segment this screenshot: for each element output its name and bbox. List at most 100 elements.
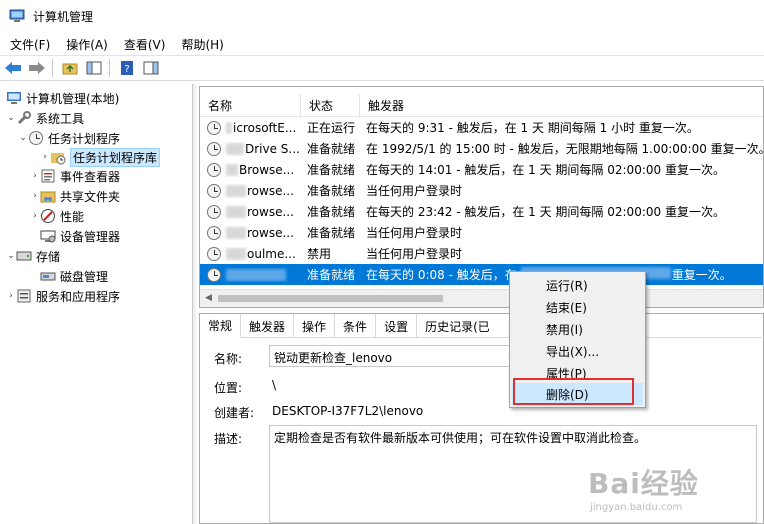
performance-icon — [40, 208, 56, 224]
scrollbar-thumb[interactable] — [218, 295, 443, 302]
menu-action[interactable]: 操作(A) — [60, 36, 114, 53]
task-status: 准备就绪 — [307, 268, 356, 282]
tab-actions[interactable]: 操作 — [294, 314, 336, 338]
task-status: 准备就绪 — [307, 205, 356, 219]
tree-item-event-viewer[interactable]: › 事件查看器 — [0, 166, 193, 186]
menu-item-delete[interactable]: 删除(D) — [512, 383, 643, 405]
pane-splitter[interactable] — [193, 84, 196, 524]
author-label: 创建者: — [214, 406, 255, 420]
tree-item-task-library[interactable]: › 任务计划程序库 — [0, 147, 193, 167]
back-icon[interactable] — [2, 58, 24, 78]
column-header-status[interactable]: 状态 — [301, 94, 360, 116]
chevron-down-icon[interactable]: ⌄ — [18, 133, 28, 143]
chevron-down-icon[interactable]: ⌄ — [6, 113, 16, 123]
menu-item-end[interactable]: 结束(E) — [512, 296, 643, 318]
task-clock-icon — [207, 225, 221, 240]
task-name: Browse... — [239, 162, 295, 177]
table-row[interactable]: oulme... 禁用 当任何用户登录时 — [200, 243, 763, 264]
watermark-logo: Bai经验 — [588, 467, 699, 500]
tab-triggers[interactable]: 触发器 — [241, 314, 295, 338]
tree-item-device-manager[interactable]: 设备管理器 — [0, 226, 193, 246]
tree-label: 系统工具 — [36, 111, 85, 126]
tree-item-root[interactable]: 计算机管理(本地) — [0, 88, 193, 108]
context-menu: 运行(R) 结束(E) 禁用(I) 导出(X)... 属性(P) 删除(D) — [509, 271, 646, 408]
tree-label: 性能 — [60, 209, 85, 224]
tab-general[interactable]: 常规 — [200, 314, 242, 338]
column-header-trigger[interactable]: 触发器 — [360, 94, 763, 116]
task-status: 准备就绪 — [307, 184, 356, 198]
toolbar-separator — [109, 59, 110, 77]
horizontal-scrollbar[interactable]: ◀ — [200, 289, 763, 307]
chevron-right-icon[interactable]: › — [30, 171, 40, 181]
task-clock-icon — [207, 141, 221, 156]
task-status: 正在运行 — [307, 121, 356, 135]
help-icon[interactable]: ? — [116, 58, 138, 78]
task-name: Drive S... — [245, 141, 300, 156]
tree-item-shared-folders[interactable]: › 共享文件夹 — [0, 186, 193, 206]
window-title: 计算机管理 — [33, 9, 94, 24]
tree-label: 计算机管理(本地) — [26, 91, 120, 106]
navigation-tree: 计算机管理(本地) ⌄ 系统工具 ⌄ 任务计划程序 › 任务计划程序库 › 事件… — [0, 84, 193, 524]
table-row[interactable]: rowse... 准备就绪 当任何用户登录时 — [200, 222, 763, 243]
tree-label: 任务计划程序 — [48, 131, 121, 146]
task-status: 准备就绪 — [307, 142, 356, 156]
chevron-right-icon[interactable]: › — [30, 211, 40, 221]
scroll-left-icon[interactable]: ◀ — [205, 293, 212, 303]
task-clock-icon — [207, 246, 221, 261]
clock-icon — [28, 130, 44, 146]
table-row[interactable]: Drive S... 准备就绪 在 1992/5/1 的 15:00 时 - 触… — [200, 138, 764, 159]
tree-item-disk-management[interactable]: 磁盘管理 — [0, 266, 193, 286]
properties-tabs: 常规 触发器 操作 条件 设置 历史记录(已 — [200, 314, 764, 338]
column-header-name[interactable]: 名称 — [200, 94, 301, 116]
chevron-right-icon[interactable]: › — [6, 291, 16, 301]
task-trigger: 在 1992/5/1 的 15:00 时 - 触发后，无限期地每隔 1.00:0… — [366, 142, 764, 156]
chevron-down-icon[interactable]: ⌄ — [6, 251, 16, 261]
forward-icon[interactable] — [26, 58, 48, 78]
table-row-selected[interactable]: 准备就绪 在每天的 0:08 - 触发后，在 重复一次。 — [200, 264, 763, 285]
tree-item-services[interactable]: › 服务和应用程序 — [0, 286, 193, 306]
tab-settings[interactable]: 设置 — [376, 314, 418, 338]
shared-folder-icon — [40, 188, 56, 204]
storage-icon — [16, 248, 32, 264]
table-row[interactable]: rowse... 准备就绪 在每天的 23:42 - 触发后，在 1 天 期间每… — [200, 201, 763, 222]
menu-file[interactable]: 文件(F) — [4, 36, 56, 53]
show-tree-icon[interactable] — [83, 58, 105, 78]
tree-item-storage[interactable]: ⌄ 存储 — [0, 246, 193, 266]
task-trigger: 当任何用户登录时 — [366, 184, 463, 198]
task-name: rowse... — [247, 183, 294, 198]
task-clock-icon — [207, 120, 221, 135]
menu-item-run[interactable]: 运行(R) — [512, 274, 643, 296]
up-folder-icon[interactable] — [59, 58, 81, 78]
task-trigger: 在每天的 14:01 - 触发后，在 1 天 期间每隔 02:00:00 重复一… — [366, 163, 725, 177]
tree-item-task-scheduler[interactable]: ⌄ 任务计划程序 — [0, 128, 193, 148]
action-pane-icon[interactable] — [140, 58, 162, 78]
tab-history[interactable]: 历史记录(已 — [417, 314, 498, 338]
chevron-right-icon[interactable]: › — [40, 152, 50, 162]
task-name: rowse... — [247, 204, 294, 219]
tree-item-performance[interactable]: › 性能 — [0, 206, 193, 226]
menu-item-properties[interactable]: 属性(P) — [512, 362, 643, 384]
task-clock-icon — [207, 162, 221, 177]
tab-conditions[interactable]: 条件 — [335, 314, 377, 338]
menu-item-disable[interactable]: 禁用(I) — [512, 318, 643, 340]
name-label: 名称: — [214, 352, 243, 366]
author-value: DESKTOP-I37F7L2\lenovo — [272, 404, 424, 418]
task-name-field[interactable]: 锐动更新检查_lenovo — [269, 345, 511, 367]
menu-help[interactable]: 帮助(H) — [175, 36, 229, 53]
toolbar: ? — [0, 55, 764, 81]
table-row[interactable]: icrosoftE... 正在运行 在每天的 9:31 - 触发后，在 1 天 … — [200, 117, 763, 138]
table-row[interactable]: rowse... 准备就绪 当任何用户登录时 — [200, 180, 763, 201]
tree-label: 任务计划程序库 — [70, 147, 161, 167]
location-value: \ — [272, 378, 277, 392]
task-trigger-tail: 重复一次。 — [671, 268, 732, 282]
tree-label: 共享文件夹 — [60, 189, 121, 204]
menu-item-export[interactable]: 导出(X)... — [512, 340, 643, 362]
tree-label: 服务和应用程序 — [36, 289, 121, 304]
menu-view[interactable]: 查看(V) — [118, 36, 172, 53]
disk-management-icon — [40, 268, 56, 284]
task-status: 禁用 — [307, 247, 332, 261]
table-row[interactable]: Browse... 准备就绪 在每天的 14:01 - 触发后，在 1 天 期间… — [200, 159, 763, 180]
tree-item-system-tools[interactable]: ⌄ 系统工具 — [0, 108, 193, 128]
chevron-right-icon[interactable]: › — [30, 191, 40, 201]
task-trigger: 当任何用户登录时 — [366, 247, 463, 261]
